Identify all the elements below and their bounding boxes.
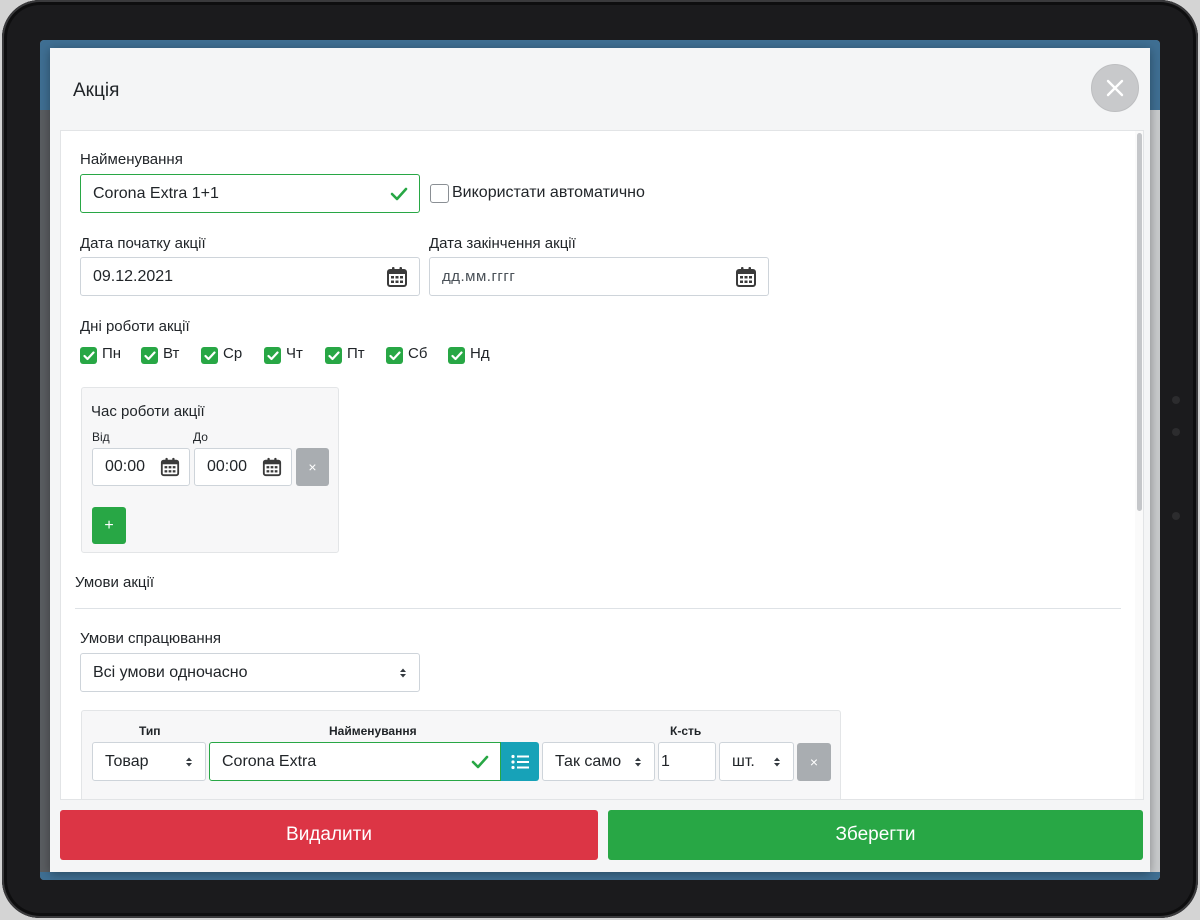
delete-button[interactable]: Видалити bbox=[60, 810, 598, 860]
condition-name-value: Corona Extra bbox=[222, 752, 317, 770]
valid-check-icon bbox=[390, 187, 408, 201]
start-date-label: Дата початку акції bbox=[80, 235, 206, 252]
day-checkbox[interactable] bbox=[80, 347, 97, 364]
day-checkbox[interactable] bbox=[201, 347, 218, 364]
camera-dot bbox=[1172, 428, 1180, 436]
close-icon bbox=[1106, 79, 1124, 97]
trigger-label: Умови спрацювання bbox=[80, 630, 222, 647]
time-to-value: 00:00 bbox=[207, 458, 248, 475]
day-checkbox[interactable] bbox=[141, 347, 158, 364]
trigger-select[interactable]: Всі умови одночасно bbox=[80, 653, 420, 692]
scrollbar-track[interactable] bbox=[1135, 131, 1143, 799]
day-label: Пт bbox=[347, 345, 365, 362]
time-to-input[interactable]: 00:00 bbox=[194, 448, 292, 486]
time-from-input[interactable]: 00:00 bbox=[92, 448, 190, 486]
end-date-input[interactable]: дд.мм.гггг bbox=[429, 257, 769, 296]
time-title: Час роботи акції bbox=[91, 403, 205, 420]
day-checkbox[interactable] bbox=[325, 347, 342, 364]
condition-unit-select[interactable]: шт. bbox=[719, 742, 794, 781]
modal-body: Найменування Corona Extra 1+1 Використат… bbox=[60, 130, 1144, 800]
remove-condition-button[interactable]: × bbox=[797, 743, 831, 781]
trigger-select-value: Всі умови одночасно bbox=[93, 663, 248, 681]
auto-checkbox[interactable] bbox=[430, 184, 449, 203]
calendar-icon[interactable] bbox=[386, 266, 408, 288]
modal-title: Акція bbox=[73, 80, 120, 101]
scrollbar-thumb[interactable] bbox=[1137, 133, 1142, 511]
name-input[interactable]: Corona Extra 1+1 bbox=[80, 174, 420, 213]
column-type-header: Тип bbox=[139, 724, 161, 738]
day-label: Чт bbox=[286, 345, 303, 362]
condition-unit-value: шт. bbox=[732, 752, 755, 770]
end-date-placeholder: дд.мм.гггг bbox=[442, 268, 516, 285]
day-label: Пн bbox=[102, 345, 122, 362]
checkmark-icon bbox=[203, 350, 216, 360]
select-caret-icon bbox=[399, 667, 407, 679]
time-to-label: До bbox=[193, 430, 208, 444]
days-label: Дні роботи акції bbox=[80, 318, 190, 335]
calendar-icon[interactable] bbox=[735, 266, 757, 288]
product-list-button[interactable] bbox=[501, 742, 539, 781]
day-label: Вт bbox=[163, 345, 180, 362]
day-checkbox[interactable] bbox=[448, 347, 465, 364]
checkmark-icon bbox=[388, 350, 401, 360]
tablet-frame: Акція Найменування Corona Extra 1+1 Вико… bbox=[2, 0, 1198, 918]
screen: Акція Найменування Corona Extra 1+1 Вико… bbox=[40, 40, 1160, 880]
day-checkbox[interactable] bbox=[264, 347, 281, 364]
save-button[interactable]: Зберегти bbox=[608, 810, 1143, 860]
conditions-section-title: Умови акції bbox=[75, 574, 155, 591]
start-date-input[interactable]: 09.12.2021 bbox=[80, 257, 420, 296]
name-input-value: Corona Extra 1+1 bbox=[93, 184, 219, 202]
checkmark-icon bbox=[266, 350, 279, 360]
day-label: Сб bbox=[408, 345, 428, 362]
background-app-footer bbox=[40, 872, 1160, 880]
list-icon bbox=[511, 754, 529, 769]
condition-qty-value: 1 bbox=[661, 752, 670, 770]
day-label: Нд bbox=[470, 345, 490, 362]
checkmark-icon bbox=[327, 350, 340, 360]
section-divider bbox=[75, 608, 1121, 609]
time-from-value: 00:00 bbox=[105, 458, 146, 475]
end-date-label: Дата закінчення акції bbox=[429, 235, 576, 252]
promotion-modal: Акція Найменування Corona Extra 1+1 Вико… bbox=[50, 48, 1150, 872]
condition-name-input[interactable]: Corona Extra bbox=[209, 742, 501, 781]
column-qty-header: К-сть bbox=[670, 724, 702, 738]
checkmark-icon bbox=[82, 350, 95, 360]
close-button[interactable] bbox=[1091, 64, 1139, 112]
condition-qty-input[interactable]: 1 bbox=[658, 742, 716, 781]
day-checkbox[interactable] bbox=[386, 347, 403, 364]
background-app-panel bbox=[1150, 110, 1160, 880]
condition-mode-value: Так само bbox=[555, 752, 622, 770]
condition-mode-select[interactable]: Так само bbox=[542, 742, 655, 781]
name-label: Найменування bbox=[80, 151, 183, 168]
checkmark-icon bbox=[143, 350, 156, 360]
valid-check-icon bbox=[471, 755, 489, 769]
condition-type-select[interactable]: Товар bbox=[92, 742, 206, 781]
day-label: Ср bbox=[223, 345, 243, 362]
calendar-icon[interactable] bbox=[262, 457, 282, 477]
condition-row-card: Тип Найменування К-сть Товар Corona Extr… bbox=[81, 710, 841, 799]
condition-type-value: Товар bbox=[105, 752, 149, 770]
calendar-icon[interactable] bbox=[160, 457, 180, 477]
select-caret-icon bbox=[185, 756, 193, 768]
remove-time-button[interactable]: × bbox=[296, 448, 329, 486]
select-caret-icon bbox=[773, 756, 781, 768]
add-time-button[interactable]: + bbox=[92, 507, 126, 544]
start-date-value: 09.12.2021 bbox=[93, 267, 174, 285]
checkmark-icon bbox=[450, 350, 463, 360]
select-caret-icon bbox=[634, 756, 642, 768]
column-name-header: Найменування bbox=[329, 724, 417, 738]
time-card: Час роботи акції Від До 00:00 00:00 × + bbox=[81, 387, 339, 553]
time-from-label: Від bbox=[92, 430, 110, 444]
camera-dot bbox=[1172, 396, 1180, 404]
camera-dot bbox=[1172, 512, 1180, 520]
auto-label: Використати автоматично bbox=[452, 184, 645, 201]
